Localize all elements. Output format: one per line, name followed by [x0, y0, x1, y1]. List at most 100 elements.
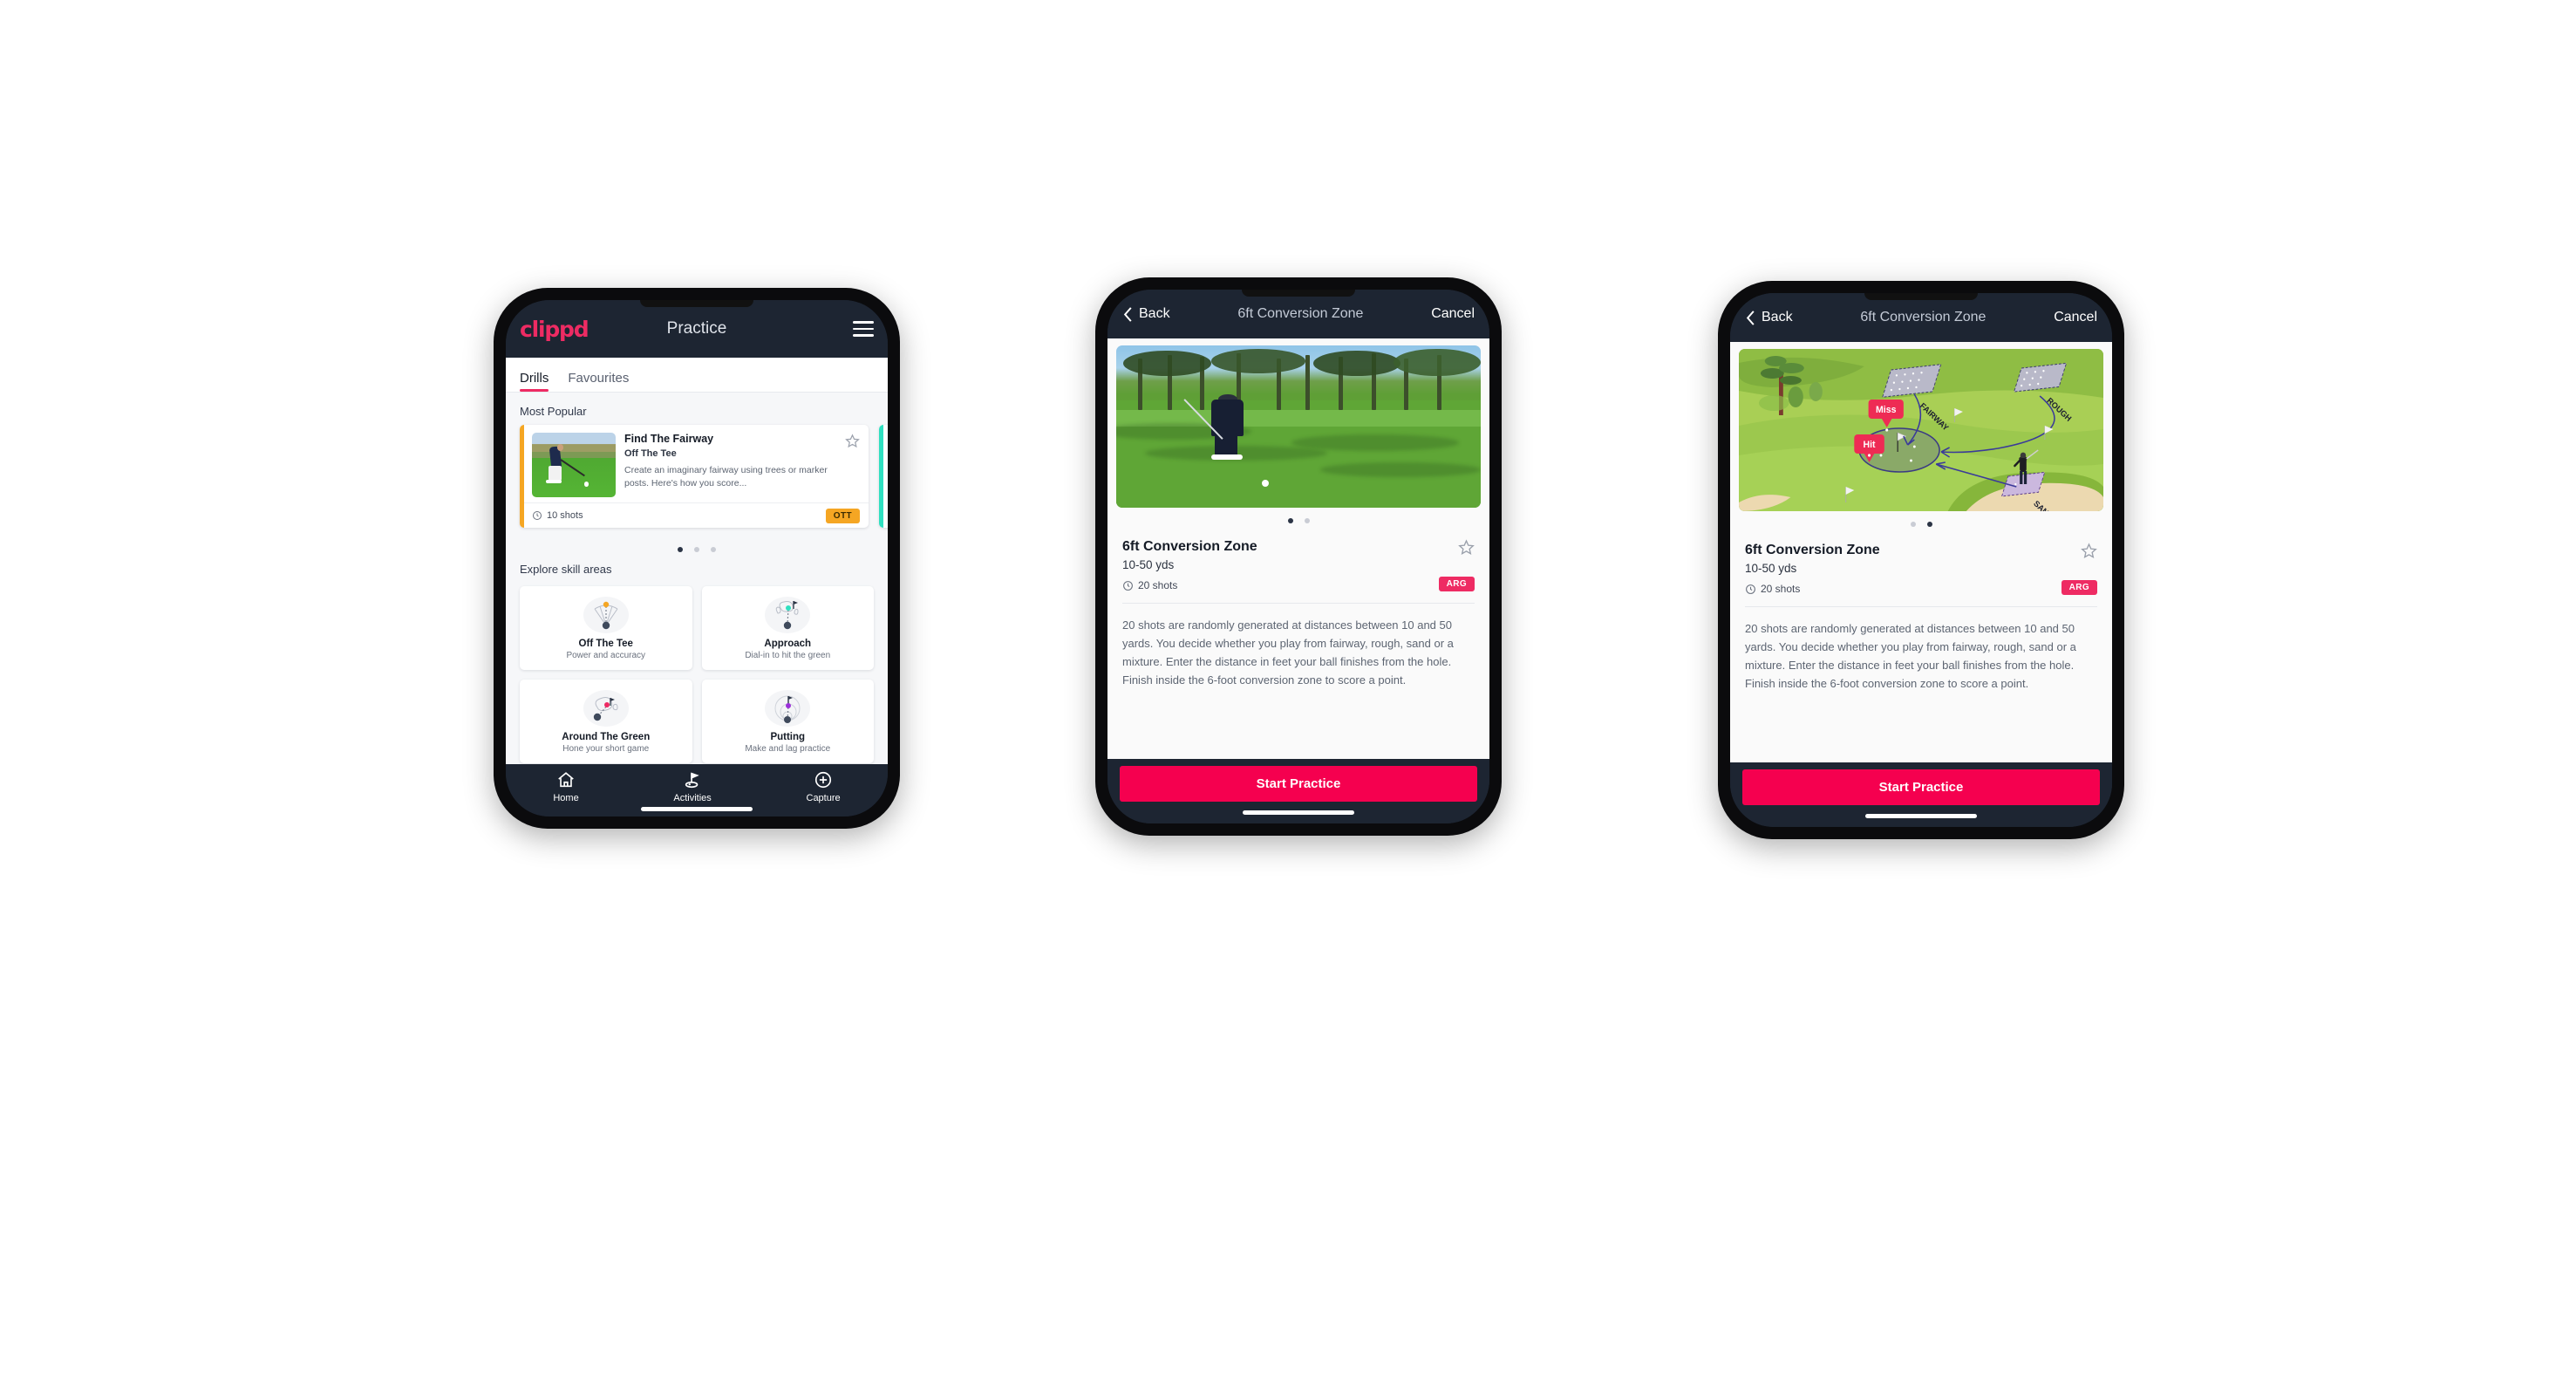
phone1-screen: clippd Practice Drills Favourites Most P… [506, 300, 888, 816]
carousel-dot-2[interactable] [694, 547, 699, 552]
clock-icon [1123, 580, 1133, 591]
skill-card-around-the-green[interactable]: Around The Green Hone your short game [520, 680, 692, 763]
svg-text:Hit: Hit [1864, 440, 1876, 450]
practice-content: Most Popular Find The Fairway Off The Te… [506, 393, 888, 764]
tee-fan-icon [583, 597, 629, 633]
drill-shots-label: 10 shots [547, 510, 583, 521]
nav-item-capture[interactable]: Capture [807, 770, 841, 803]
hero-dot-2[interactable] [1304, 518, 1310, 523]
clock-icon [1746, 584, 1755, 594]
drill-distance: 10-50 yds [1745, 562, 1797, 575]
drill-shots-label: 20 shots [1761, 583, 1801, 595]
home-icon [558, 772, 574, 788]
drill-shots-row: 20 shots ARG [1745, 575, 2097, 595]
nav-item-home[interactable]: Home [553, 770, 579, 803]
skill-card-off-the-tee[interactable]: Off The Tee Power and accuracy [520, 586, 692, 670]
plus-circle-icon [814, 771, 832, 789]
hero-dot-1[interactable] [1287, 518, 1293, 523]
drill-meta: 6ft Conversion Zone 10-50 yds 20 shots A… [1730, 530, 2112, 595]
star-outline-icon[interactable] [2081, 543, 2097, 559]
drill-thumbnail [532, 433, 616, 497]
carousel-dots[interactable] [506, 535, 888, 563]
skill-sub: Dial-in to hit the green [745, 651, 831, 660]
skill-badge-ott: OTT [825, 508, 860, 523]
nav-item-activities[interactable]: Activities [673, 770, 712, 803]
phone-mockup-practice-list: clippd Practice Drills Favourites Most P… [494, 288, 900, 829]
drill-distance: 10-50 yds [1122, 558, 1175, 571]
course-illustration: FAIRWAY ROUGH SAND Miss Hit [1739, 349, 2103, 511]
golf-flag-icon [685, 772, 699, 789]
nav-label: Home [553, 793, 579, 803]
back-label: Back [1139, 306, 1170, 321]
drill-title-row: 6ft Conversion Zone 10-50 yds [1745, 543, 2097, 575]
back-button[interactable]: Back [1745, 310, 1793, 326]
card-accent-bar-teal [879, 425, 883, 528]
drill-card-next-peek[interactable] [879, 425, 888, 528]
drill-shots-label: 20 shots [1138, 579, 1178, 591]
chevron-left-icon [1746, 310, 1755, 325]
drill-title: Find The Fairway [624, 433, 714, 445]
skill-card-approach[interactable]: Approach Dial-in to hit the green [701, 586, 874, 670]
clock-icon [533, 511, 542, 520]
drill-card-top: Find The Fairway Off The Tee Create an i… [520, 425, 869, 502]
home-indicator [1865, 814, 1977, 818]
star-outline-icon[interactable] [1458, 539, 1475, 556]
hero-dots[interactable] [1730, 511, 2112, 530]
svg-text:Miss: Miss [1876, 405, 1896, 415]
skill-card-putting[interactable]: Putting Make and lag practice [701, 680, 874, 763]
hero-dot-1[interactable] [1910, 522, 1916, 527]
start-practice-button[interactable]: Start Practice [1120, 766, 1477, 802]
green-approach-icon [765, 597, 811, 633]
notch [1242, 290, 1355, 297]
carousel-dot-1[interactable] [678, 547, 683, 552]
skill-name: Putting [770, 732, 806, 742]
drill-photo [1116, 345, 1481, 508]
skill-sub: Make and lag practice [745, 744, 831, 754]
home-indicator [1243, 810, 1354, 815]
hero-dot-2[interactable] [1926, 522, 1932, 527]
hero-media[interactable]: FAIRWAY ROUGH SAND Miss Hit [1739, 349, 2103, 511]
skill-sub: Power and accuracy [566, 651, 646, 660]
tab-bar: Drills Favourites [506, 358, 888, 393]
drill-title-row: 6ft Conversion Zone 10-50 yds [1122, 539, 1475, 571]
phone-mockup-drill-detail-photo: Back 6ft Conversion Zone Cancel 6ft Conv… [1095, 277, 1502, 836]
drill-category: Off The Tee [624, 448, 677, 459]
cancel-button[interactable]: Cancel [2054, 310, 2097, 325]
home-indicator [641, 807, 753, 811]
drill-shots: 20 shots [1745, 583, 1800, 595]
skill-name: Around The Green [562, 732, 651, 742]
tab-favourites[interactable]: Favourites [568, 371, 629, 392]
cta-area: Start Practice [1107, 759, 1489, 823]
cancel-button[interactable]: Cancel [1431, 306, 1475, 322]
bottom-nav: Home Activities Capture [506, 764, 888, 816]
tab-drills[interactable]: Drills [520, 371, 549, 392]
hero-dots[interactable] [1107, 508, 1489, 527]
drill-meta: 6ft Conversion Zone 10-50 yds 20 shots A… [1107, 527, 1489, 591]
star-outline-icon[interactable] [845, 434, 860, 448]
drill-description: 20 shots are randomly generated at dista… [1745, 622, 2076, 691]
drill-carousel[interactable]: Find The Fairway Off The Tee Create an i… [506, 425, 888, 535]
drill-title: 6ft Conversion Zone [1745, 543, 1880, 557]
detail-title: 6ft Conversion Zone [1860, 310, 1987, 325]
phone-mockup-drill-detail-illustration: Back 6ft Conversion Zone Cancel FAIRWAY … [1718, 281, 2124, 839]
nav-label: Capture [806, 793, 841, 803]
drill-card[interactable]: Find The Fairway Off The Tee Create an i… [520, 425, 869, 528]
chevron-left-icon [1123, 306, 1132, 322]
hero-media[interactable] [1116, 345, 1481, 508]
back-button[interactable]: Back [1122, 306, 1170, 323]
drill-description: 20 shots are randomly generated at dista… [1122, 618, 1454, 687]
detail-header: Back 6ft Conversion Zone Cancel [1107, 290, 1489, 338]
carousel-dot-3[interactable] [711, 547, 716, 552]
app-header: clippd Practice [506, 300, 888, 358]
phone2-screen: Back 6ft Conversion Zone Cancel 6ft Conv… [1107, 290, 1489, 823]
clippd-logo[interactable]: clippd [520, 317, 589, 342]
skill-area-grid: Off The Tee Power and accuracy Approach … [506, 583, 888, 763]
hamburger-icon[interactable] [853, 321, 874, 337]
phone3-screen: Back 6ft Conversion Zone Cancel FAIRWAY … [1730, 293, 2112, 827]
start-practice-button[interactable]: Start Practice [1742, 769, 2100, 805]
putting-rings-icon [765, 690, 811, 727]
drill-title: 6ft Conversion Zone [1122, 539, 1257, 554]
back-label: Back [1762, 310, 1793, 325]
golfer-figure [1210, 393, 1244, 462]
notch [1864, 293, 1978, 300]
